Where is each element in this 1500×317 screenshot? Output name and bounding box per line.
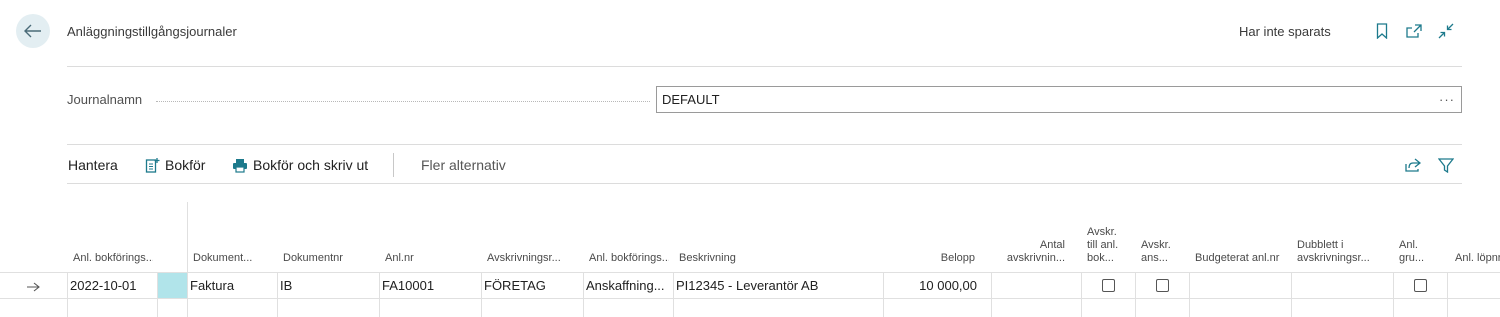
column-header-description[interactable]: Beskrivning <box>679 252 879 265</box>
column-header-duplicate-in-depr-book[interactable]: Dubblett i avskrivningsr... <box>1297 239 1393 265</box>
cell-divider <box>1081 272 1082 317</box>
cell-divider <box>1135 272 1136 317</box>
column-header-depreciation-book[interactable]: Avskrivningsr... <box>487 252 577 265</box>
column-header-fa-sequence-no[interactable]: Anl. löpnr <box>1455 252 1500 265</box>
post-and-print-button[interactable]: Bokför och skriv ut <box>232 157 368 173</box>
journal-name-label: Journalnamn <box>67 92 143 107</box>
more-options-button[interactable]: Fler alternativ <box>421 157 506 173</box>
filter-icon[interactable] <box>1437 156 1455 174</box>
action-bar-top-divider <box>67 144 1462 145</box>
column-header-document-no[interactable]: Dokumentnr <box>283 252 373 265</box>
column-header-document-type[interactable]: Dokument... <box>193 252 273 265</box>
cell-divider <box>991 272 992 317</box>
cell-divider <box>67 272 68 317</box>
cell-divider <box>673 272 674 317</box>
cell-document-type[interactable]: Faktura <box>190 278 276 293</box>
open-in-new-window-icon[interactable] <box>1405 22 1423 40</box>
bookmark-icon[interactable] <box>1373 22 1391 40</box>
frozen-column-divider <box>187 202 188 317</box>
post-label: Bokför <box>165 157 206 173</box>
field-leader-dots <box>156 101 650 102</box>
cell-divider <box>583 272 584 317</box>
cell-divider <box>379 272 380 317</box>
column-header-fa-no[interactable]: Anl.nr <box>385 252 475 265</box>
manage-label: Hantera <box>68 157 118 173</box>
cell-document-no[interactable]: IB <box>280 278 376 293</box>
cell-divider <box>481 272 482 317</box>
column-header-no-of-depreciation-days[interactable]: Antal avskrivnin... <box>996 239 1065 265</box>
depr-acquisition-cost-checkbox[interactable] <box>1156 279 1169 292</box>
cell-fa-no[interactable]: FA10001 <box>382 278 478 293</box>
journal-name-input[interactable]: DEFAULT ··· <box>656 86 1462 113</box>
post-button[interactable]: Bokför <box>145 157 205 173</box>
save-status-text: Har inte sparats <box>1239 24 1331 39</box>
collapse-icon[interactable] <box>1437 22 1455 40</box>
column-header-depr-until-fa-posting[interactable]: Avskr. till anl. bok... <box>1087 226 1129 265</box>
page-title: Anläggningstillgångsjournaler <box>67 24 237 39</box>
manage-menu[interactable]: Hantera <box>68 157 118 173</box>
post-and-print-label: Bokför och skriv ut <box>253 157 369 173</box>
cell-fa-posting-type[interactable]: Anskaffning... <box>586 278 672 293</box>
cell-depreciation-book[interactable]: FÖRETAG <box>484 278 580 293</box>
header-divider <box>67 66 1462 67</box>
cell-posting-date[interactable]: 2022-10-01 <box>70 278 156 293</box>
more-options-label: Fler alternativ <box>421 157 506 173</box>
cell-divider <box>277 272 278 317</box>
column-header-depr-acquisition-cost[interactable]: Avskr. ans... <box>1141 239 1181 265</box>
share-icon[interactable] <box>1404 156 1422 174</box>
column-header-budgeted-fa-no[interactable]: Budgeterat anl.nr <box>1195 252 1285 265</box>
selected-cell[interactable] <box>158 273 187 298</box>
cell-amount[interactable]: 10 000,00 <box>886 278 977 293</box>
action-separator <box>393 153 394 177</box>
cell-divider <box>1393 272 1394 317</box>
lookup-more-button[interactable]: ··· <box>1433 92 1461 107</box>
action-bar-bottom-divider <box>67 183 1462 184</box>
back-button[interactable] <box>16 14 50 48</box>
cell-description[interactable]: PI12345 - Leverantör AB <box>676 278 881 293</box>
cell-divider <box>1291 272 1292 317</box>
column-header-posting-date[interactable]: Anl. bokförings... <box>73 252 153 265</box>
column-header-amount[interactable]: Belopp <box>888 252 975 265</box>
post-icon <box>145 158 160 173</box>
cell-divider <box>1447 272 1448 317</box>
printer-icon <box>233 158 247 173</box>
current-row-arrow-icon <box>26 280 40 295</box>
column-header-fa-group[interactable]: Anl. gru... <box>1399 239 1439 265</box>
cell-divider <box>883 272 884 317</box>
header-row-divider <box>0 272 1500 273</box>
depr-until-fa-posting-checkbox[interactable] <box>1102 279 1115 292</box>
arrow-left-icon <box>24 24 41 38</box>
fa-group-checkbox[interactable] <box>1414 279 1427 292</box>
row-divider <box>0 298 1500 299</box>
journal-name-value: DEFAULT <box>662 92 720 107</box>
journal-lines-grid: Anl. bokförings... Dokument... Dokumentn… <box>0 200 1500 317</box>
column-header-fa-posting-type[interactable]: Anl. bokförings... <box>589 252 669 265</box>
cell-divider <box>1189 272 1190 317</box>
